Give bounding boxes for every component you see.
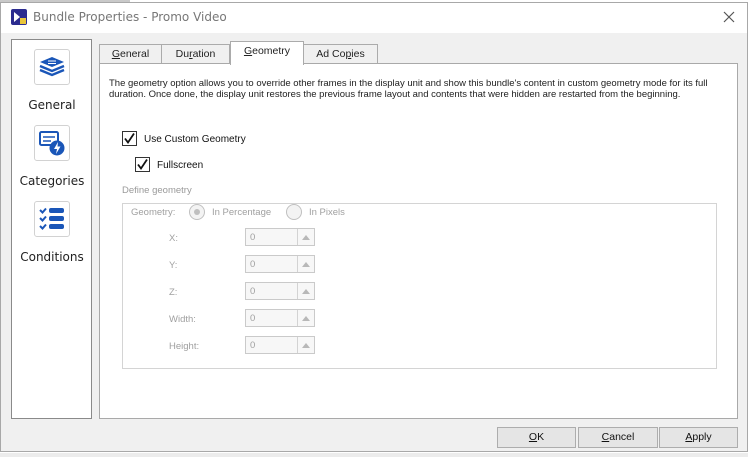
x-label: X:: [169, 233, 178, 244]
use-custom-geometry-label: Use Custom Geometry: [144, 134, 246, 145]
define-geometry-label: Define geometry: [122, 185, 192, 196]
cancel-button[interactable]: Cancel: [578, 427, 658, 448]
in-percentage-label: In Percentage: [212, 207, 272, 218]
sidebar-item-general[interactable]: General: [12, 49, 92, 112]
height-stepper[interactable]: 0: [245, 336, 315, 354]
spin-up-icon[interactable]: [297, 229, 314, 245]
sidebar-item-label: Categories: [19, 174, 85, 188]
sidebar-item-label: General: [28, 98, 76, 112]
tab-geometry[interactable]: Geometry: [230, 41, 304, 65]
radio-in-percentage[interactable]: [189, 204, 205, 220]
checkmark-icon: [137, 159, 148, 171]
x-stepper[interactable]: 0: [245, 228, 315, 246]
sidebar-item-label: Conditions: [20, 250, 84, 264]
height-label: Height:: [169, 341, 200, 352]
tab-general[interactable]: General: [99, 44, 162, 64]
app-icon: [11, 9, 27, 25]
define-geometry-group: [122, 203, 717, 369]
geometry-description: The geometry option allows you to overri…: [109, 78, 708, 100]
apply-button[interactable]: Apply: [659, 427, 738, 448]
width-label: Width:: [169, 314, 196, 325]
y-stepper[interactable]: 0: [245, 255, 315, 273]
spin-up-icon[interactable]: [297, 337, 314, 353]
background-artifact: [0, 453, 748, 457]
width-value: 0: [250, 313, 256, 324]
tab-ad-copies[interactable]: Ad Copies: [303, 44, 378, 64]
y-value: 0: [250, 259, 256, 270]
stack-layers-icon: [34, 49, 70, 85]
z-label: Z:: [169, 287, 178, 298]
close-icon: [723, 11, 735, 23]
sidebar: General Categories Conditions: [11, 39, 92, 419]
x-value: 0: [250, 232, 256, 243]
width-stepper[interactable]: 0: [245, 309, 315, 327]
checklist-icon: [34, 201, 70, 237]
use-custom-geometry-checkbox[interactable]: [122, 131, 137, 146]
in-pixels-label: In Pixels: [309, 207, 345, 218]
spin-up-icon[interactable]: [297, 310, 314, 326]
window-title: Bundle Properties - Promo Video: [33, 10, 227, 24]
radio-selected-dot: [194, 209, 200, 215]
fullscreen-checkbox[interactable]: [135, 157, 150, 172]
height-value: 0: [250, 340, 256, 351]
z-value: 0: [250, 286, 256, 297]
fullscreen-label: Fullscreen: [157, 160, 204, 171]
tab-duration[interactable]: Duration: [161, 44, 230, 64]
tab-label: eneral: [119, 48, 150, 60]
radio-in-pixels[interactable]: [286, 204, 302, 220]
geometry-mode-label: Geometry:: [131, 207, 176, 218]
spin-up-icon[interactable]: [297, 256, 314, 272]
sidebar-item-conditions[interactable]: Conditions: [12, 201, 92, 264]
z-stepper[interactable]: 0: [245, 282, 315, 300]
ok-button[interactable]: OK: [497, 427, 576, 448]
checkmark-icon: [124, 133, 135, 145]
y-label: Y:: [169, 260, 178, 271]
title-bar: Bundle Properties - Promo Video: [1, 3, 747, 33]
close-button[interactable]: [717, 6, 741, 28]
sidebar-item-categories[interactable]: Categories: [12, 125, 92, 188]
spin-up-icon[interactable]: [297, 283, 314, 299]
category-lightning-icon: [34, 125, 70, 161]
